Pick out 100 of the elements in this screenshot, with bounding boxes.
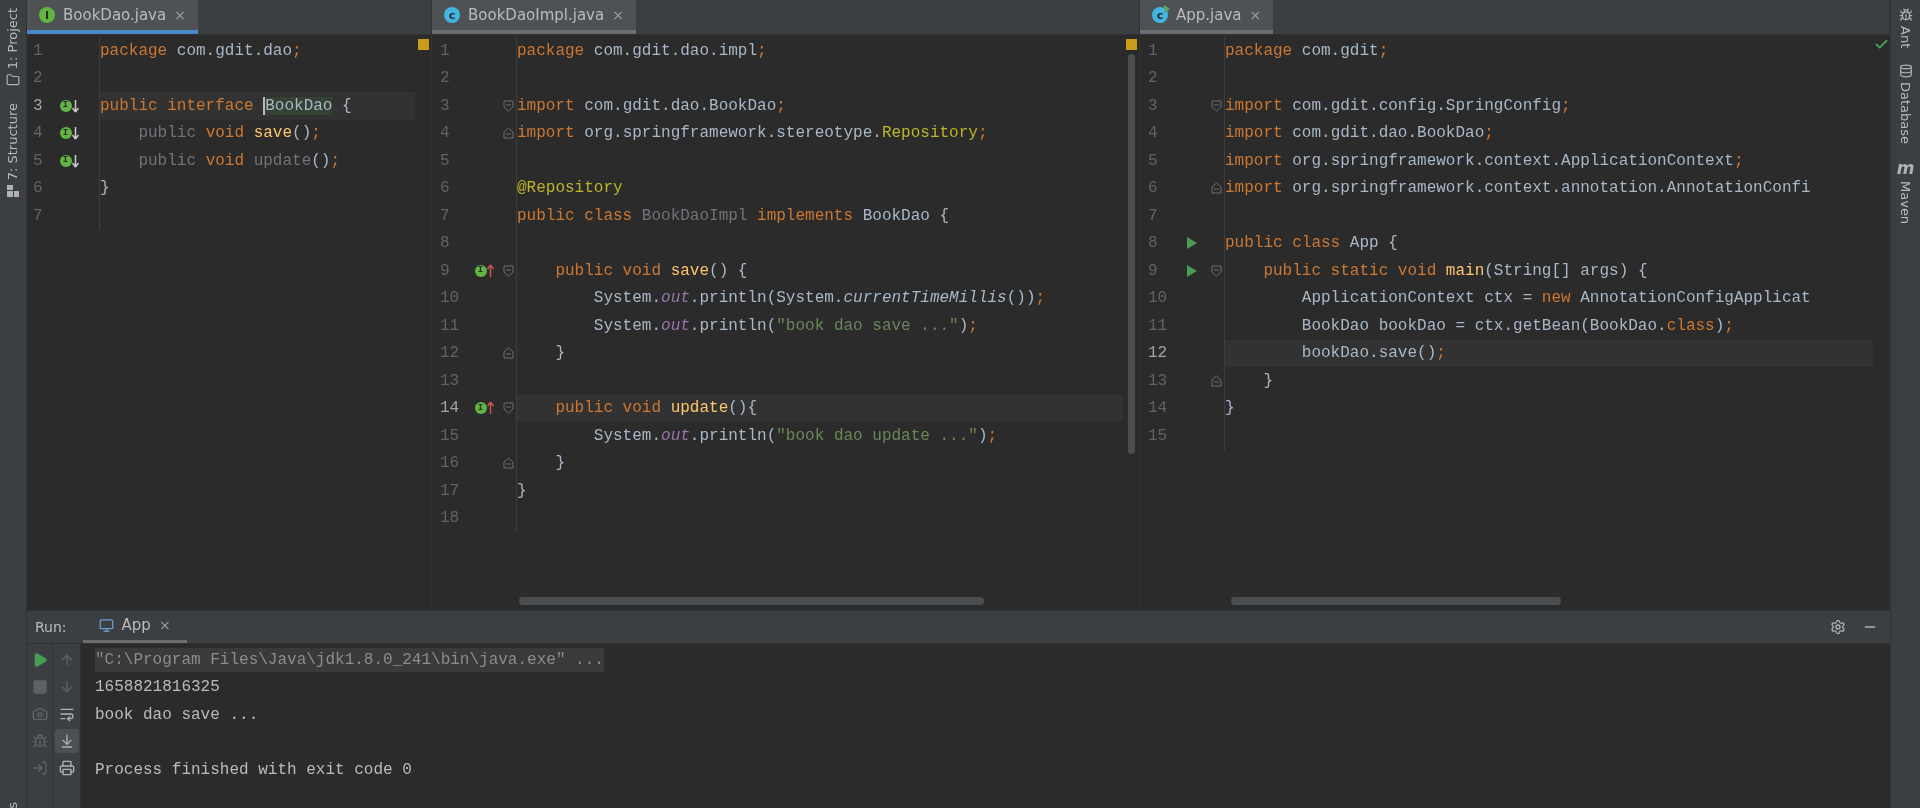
code-line: import com.gdit.dao.BookDao; [517,95,786,117]
code-line: System.out.println("book dao save ..."); [592,315,978,337]
database-icon [1898,64,1913,79]
code-line: BookDao bookDao = ctx.getBean(BookDao.class); [1300,315,1734,337]
line-number: 5 [1147,150,1159,172]
console-output-line: Process finished with exit code 0 [95,759,412,781]
line-number: 4 [1147,123,1159,145]
line-number: 2 [32,68,44,90]
console-output-line: 1658821816325 [95,677,220,699]
line-number: 8 [439,233,451,255]
fold-icon[interactable] [1211,374,1222,387]
code-line: } [1225,398,1235,420]
close-icon[interactable]: × [158,615,171,636]
line-number: 14 [1147,398,1169,420]
fold-icon[interactable] [503,402,514,415]
line-number: 11 [439,315,461,337]
code-line: import org.springframework.context.ApplicationContext; [1225,150,1744,172]
line-number: 3 [439,95,451,117]
line-number: 1 [439,40,451,62]
line-number: 14 [439,398,461,420]
line-number: 18 [439,508,461,530]
maven-logo-icon: m [1896,160,1915,178]
warning-indicator-icon[interactable] [417,39,429,50]
code-line: import com.gdit.config.SpringConfig; [1225,95,1571,117]
tool-window-button[interactable]: 7: Structure [3,103,23,181]
line-number: 8 [1147,233,1159,255]
line-number: 1 [1147,40,1159,62]
line-number: 5 [32,150,44,172]
file-type-icon: c [1152,7,1168,23]
line-number: 3 [1147,95,1159,117]
tool-window-button[interactable]: Database [1895,82,1916,145]
line-number: 13 [1147,370,1169,392]
line-number: 17 [439,480,461,502]
code-line: System.out.println("book dao update ..."); [592,425,998,447]
line-number: 7 [32,205,44,227]
file-type-icon: c [444,7,460,23]
run-icon[interactable] [1186,236,1198,251]
code-line: ApplicationContext ctx = new AnnotationConfigApplicat [1300,288,1811,310]
tool-window-button[interactable]: 1: Project [3,8,23,70]
settings-icon[interactable] [1830,619,1846,635]
line-number: 2 [439,68,451,90]
code-line: public interface BookDao { [100,95,352,117]
line-number: 4 [439,123,451,145]
fold-icon[interactable] [503,99,514,112]
fold-icon[interactable] [503,347,514,360]
tool-window-button[interactable]: s [3,802,23,808]
tool-window-button[interactable]: Maven [1895,181,1916,225]
close-icon[interactable]: × [174,4,186,26]
line-number: 3 [32,95,44,117]
bug-icon [1898,8,1913,22]
horizontal-scrollbar[interactable] [1231,597,1561,605]
line-number: 12 [439,343,461,365]
structure-icon [7,184,19,197]
code-line: import com.gdit.dao.BookDao; [1225,123,1494,145]
editor-tab[interactable]: c App.java × [1140,0,1274,34]
line-number: 13 [439,370,461,392]
code-line: public void save(); [137,123,321,145]
code-line: } [100,178,110,200]
fold-icon[interactable] [1211,182,1222,195]
line-number: 6 [32,178,44,200]
tool-window-button[interactable]: Ant [1895,26,1916,49]
close-icon[interactable]: × [612,4,624,26]
line-number: 10 [439,288,461,310]
fold-icon[interactable] [1211,99,1222,112]
close-icon[interactable]: × [1249,4,1262,26]
line-number: 5 [439,150,451,172]
fold-icon[interactable] [503,127,514,140]
editor-tab[interactable]: c BookDaoImpl.java × [432,0,636,34]
scroll-to-end-icon[interactable] [54,729,79,753]
file-type-icon: I [39,7,55,23]
horizontal-scrollbar[interactable] [519,597,984,605]
code-line: public static void main(String[] args) { [1262,260,1648,282]
fold-icon[interactable] [503,457,514,470]
line-number: 10 [1147,288,1169,310]
warning-indicator-icon[interactable] [1125,39,1137,50]
editor-tab[interactable]: I BookDao.java × [27,0,198,34]
code-line: public class BookDaoImpl implements BookDao { [517,205,950,227]
run-icon[interactable] [1186,263,1198,278]
run-tab[interactable]: App × [82,611,187,643]
line-number: 12 [1147,343,1169,365]
line-number: 9 [439,260,451,282]
run-label: Run: [34,617,68,637]
folder-icon [6,73,20,88]
fold-icon[interactable] [1211,264,1222,277]
line-number: 15 [439,425,461,447]
code-line: package com.gdit; [1225,40,1389,62]
line-number: 1 [32,40,44,62]
code-line: System.out.println(System.currentTimeMillis()); [592,288,1046,310]
code-line: package com.gdit.dao.impl; [517,40,767,62]
code-line: public void save() { [554,260,748,282]
vertical-scrollbar[interactable] [1127,54,1135,454]
console-icon [98,618,114,633]
code-line: public class App { [1225,233,1398,255]
fold-icon[interactable] [503,264,514,277]
line-number: 7 [1147,205,1159,227]
line-number: 16 [439,453,461,475]
console-output-line: book dao save ... [95,704,259,726]
check-icon[interactable] [1873,37,1889,52]
line-number: 7 [439,205,451,227]
code-line: } [1262,370,1273,392]
